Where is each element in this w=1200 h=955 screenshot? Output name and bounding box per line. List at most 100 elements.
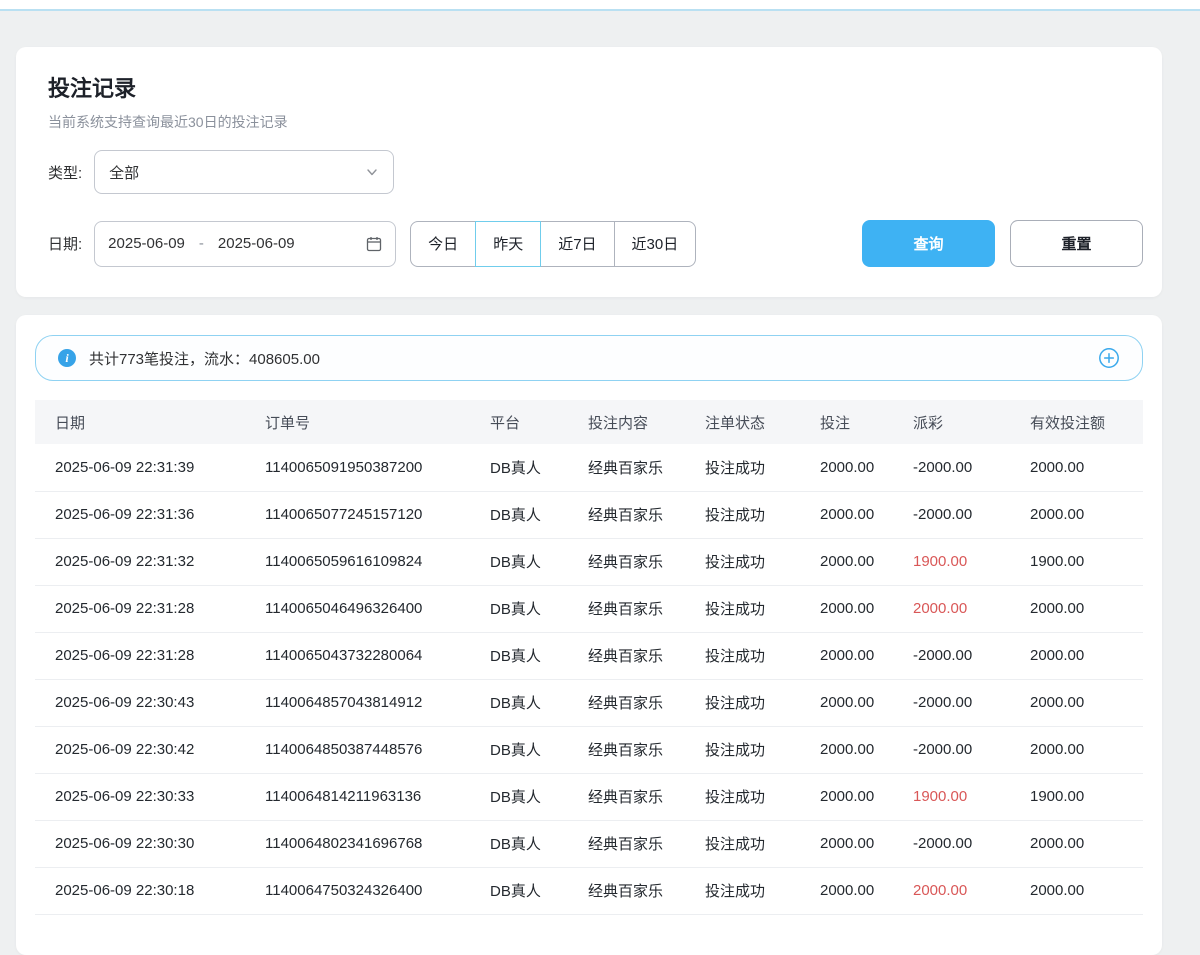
cell-platform: DB真人 [490, 632, 588, 679]
quick-date-button-3[interactable]: 近7日 [540, 221, 614, 267]
col-header-valid: 有效投注额 [1030, 400, 1143, 444]
cell-bet: 2000.00 [820, 538, 913, 585]
cell-status: 投注成功 [705, 444, 820, 491]
info-icon: i [58, 349, 76, 367]
cell-status: 投注成功 [705, 867, 820, 914]
cell-valid: 2000.00 [1030, 491, 1143, 538]
cell-bet: 2000.00 [820, 585, 913, 632]
table-row: 2025-06-09 22:31:281140065043732280064DB… [35, 632, 1143, 679]
cell-order: 1140064850387448576 [265, 726, 490, 773]
col-header-payout: 派彩 [913, 400, 1030, 444]
cell-platform: DB真人 [490, 726, 588, 773]
cell-valid: 1900.00 [1030, 538, 1143, 585]
cell-platform: DB真人 [490, 679, 588, 726]
summary-text: 共计773笔投注，流水：408605.00 [89, 348, 320, 369]
cell-payout: 1900.00 [913, 773, 1030, 820]
date-label: 日期: [48, 233, 82, 254]
cell-order: 1140065091950387200 [265, 444, 490, 491]
cell-content: 经典百家乐 [588, 726, 705, 773]
cell-content: 经典百家乐 [588, 538, 705, 585]
cell-status: 投注成功 [705, 585, 820, 632]
date-range-input[interactable]: 2025-06-09 - 2025-06-09 [94, 221, 396, 267]
cell-platform: DB真人 [490, 773, 588, 820]
cell-date: 2025-06-09 22:31:39 [35, 444, 265, 491]
cell-valid: 2000.00 [1030, 444, 1143, 491]
cell-payout: -2000.00 [913, 491, 1030, 538]
cell-order: 1140065043732280064 [265, 632, 490, 679]
date-separator: - [199, 235, 204, 252]
cell-valid: 1900.00 [1030, 773, 1143, 820]
query-button[interactable]: 查询 [862, 220, 995, 267]
cell-bet: 2000.00 [820, 820, 913, 867]
cell-order: 1140064814211963136 [265, 773, 490, 820]
page-title: 投注记录 [48, 71, 1143, 103]
cell-valid: 2000.00 [1030, 867, 1143, 914]
cell-valid: 2000.00 [1030, 632, 1143, 679]
quick-date-button-2[interactable]: 昨天 [475, 221, 541, 267]
cell-bet: 2000.00 [820, 773, 913, 820]
cell-date: 2025-06-09 22:31:28 [35, 632, 265, 679]
cell-payout: -2000.00 [913, 820, 1030, 867]
summary-bar: i 共计773笔投注，流水：408605.00 [35, 335, 1143, 381]
col-header-content: 投注内容 [588, 400, 705, 444]
cell-status: 投注成功 [705, 538, 820, 585]
cell-status: 投注成功 [705, 491, 820, 538]
cell-bet: 2000.00 [820, 444, 913, 491]
quick-date-button-4[interactable]: 近30日 [614, 221, 697, 267]
cell-content: 经典百家乐 [588, 773, 705, 820]
cell-bet: 2000.00 [820, 679, 913, 726]
type-select[interactable]: 全部 [94, 150, 394, 194]
col-header-bet: 投注 [820, 400, 913, 444]
col-header-order: 订单号 [265, 400, 490, 444]
cell-bet: 2000.00 [820, 867, 913, 914]
type-select-value: 全部 [109, 162, 139, 183]
top-bar [0, 0, 1200, 11]
cell-date: 2025-06-09 22:30:43 [35, 679, 265, 726]
table-header: 日期 订单号 平台 投注内容 注单状态 投注 派彩 有效投注额 [35, 400, 1143, 444]
cell-status: 投注成功 [705, 726, 820, 773]
cell-valid: 2000.00 [1030, 679, 1143, 726]
cell-content: 经典百家乐 [588, 820, 705, 867]
cell-valid: 2000.00 [1030, 585, 1143, 632]
cell-payout: -2000.00 [913, 444, 1030, 491]
cell-order: 1140064857043814912 [265, 679, 490, 726]
cell-order: 1140064750324326400 [265, 867, 490, 914]
cell-platform: DB真人 [490, 444, 588, 491]
cell-content: 经典百家乐 [588, 679, 705, 726]
table-row: 2025-06-09 22:31:281140065046496326400DB… [35, 585, 1143, 632]
calendar-icon [366, 236, 382, 252]
reset-button[interactable]: 重置 [1010, 220, 1143, 267]
table-row: 2025-06-09 22:30:181140064750324326400DB… [35, 867, 1143, 914]
table-row: 2025-06-09 22:30:301140064802341696768DB… [35, 820, 1143, 867]
cell-valid: 2000.00 [1030, 726, 1143, 773]
cell-order: 1140065077245157120 [265, 491, 490, 538]
table-row: 2025-06-09 22:31:361140065077245157120DB… [35, 491, 1143, 538]
cell-platform: DB真人 [490, 538, 588, 585]
cell-payout: -2000.00 [913, 632, 1030, 679]
col-header-platform: 平台 [490, 400, 588, 444]
cell-platform: DB真人 [490, 820, 588, 867]
action-buttons: 查询 重置 [862, 220, 1143, 267]
table-row: 2025-06-09 22:30:421140064850387448576DB… [35, 726, 1143, 773]
cell-status: 投注成功 [705, 679, 820, 726]
cell-payout: 2000.00 [913, 867, 1030, 914]
cell-payout: -2000.00 [913, 679, 1030, 726]
cell-bet: 2000.00 [820, 726, 913, 773]
cell-content: 经典百家乐 [588, 491, 705, 538]
cell-status: 投注成功 [705, 773, 820, 820]
cell-date: 2025-06-09 22:31:28 [35, 585, 265, 632]
filter-card: 投注记录 当前系统支持查询最近30日的投注记录 类型: 全部 日期: 2025-… [16, 47, 1162, 297]
results-card: i 共计773笔投注，流水：408605.00 日期 订单号 平台 投注内容 注… [16, 315, 1162, 955]
cell-payout: 1900.00 [913, 538, 1030, 585]
cell-content: 经典百家乐 [588, 444, 705, 491]
cell-date: 2025-06-09 22:30:18 [35, 867, 265, 914]
cell-content: 经典百家乐 [588, 585, 705, 632]
plus-circle-icon[interactable] [1098, 347, 1120, 369]
cell-platform: DB真人 [490, 867, 588, 914]
type-label: 类型: [48, 162, 82, 183]
col-header-date: 日期 [35, 400, 265, 444]
date-end-value: 2025-06-09 [218, 235, 295, 252]
cell-payout: 2000.00 [913, 585, 1030, 632]
quick-date-button-1[interactable]: 今日 [410, 221, 476, 267]
table-row: 2025-06-09 22:31:391140065091950387200DB… [35, 444, 1143, 491]
